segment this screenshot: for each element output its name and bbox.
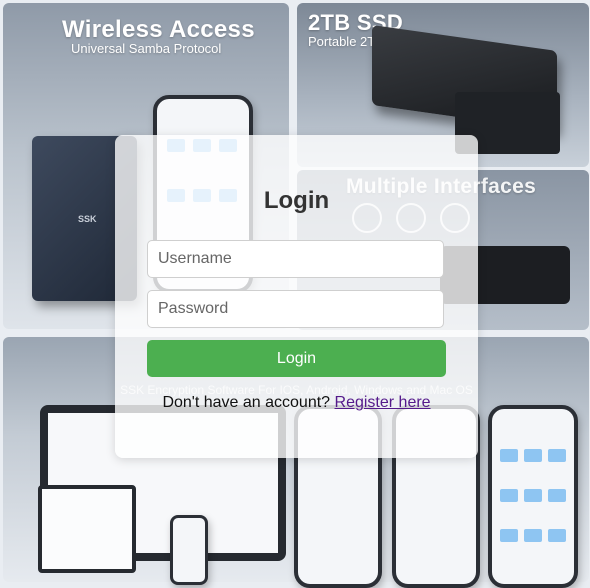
drive-brand-label: SSK — [78, 214, 97, 224]
wireless-access-subtitle: Universal Samba Protocol — [71, 41, 222, 56]
small-phone-image — [170, 515, 208, 585]
register-prompt: Don't have an account? — [162, 394, 331, 411]
login-card: Login Login SSK Encryption Software For … — [115, 135, 478, 458]
tablet-image — [38, 485, 136, 573]
register-link[interactable]: Register here — [335, 394, 431, 411]
wireless-access-title: Wireless Access — [62, 16, 255, 43]
phone-image-4 — [488, 405, 578, 588]
password-input[interactable] — [147, 290, 444, 328]
login-title: Login — [263, 187, 330, 214]
register-row: Don't have an account? Register here — [115, 394, 478, 412]
username-input[interactable] — [147, 240, 444, 278]
login-button[interactable]: Login — [147, 340, 446, 377]
